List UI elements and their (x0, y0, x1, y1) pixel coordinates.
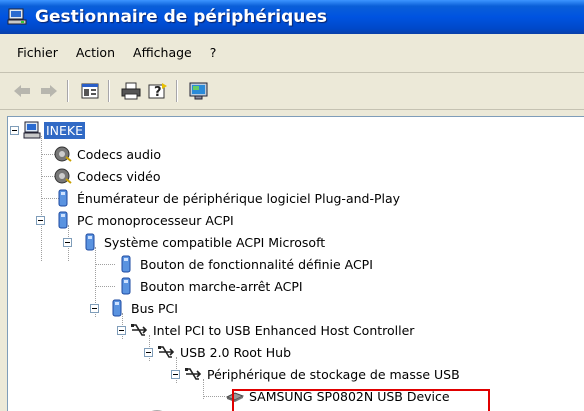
tree-row-acpi-power-button[interactable]: Bouton marche-arrêt ACPI (117, 275, 305, 297)
tree-row-acpi-pc[interactable]: PC monoprocesseur ACPI (36, 209, 236, 231)
back-arrow-icon[interactable] (10, 79, 34, 103)
tree-label[interactable]: INEKE (44, 121, 86, 139)
tree-label[interactable]: Codecs vidéo (75, 168, 163, 185)
toolbar-separator (67, 80, 69, 102)
toolbar: ? (0, 73, 584, 110)
forward-arrow-icon[interactable] (37, 79, 61, 103)
device-icon (54, 211, 72, 229)
toolbar-separator (176, 80, 178, 102)
tree-row-acpi-system[interactable]: Système compatible ACPI Microsoft (63, 231, 327, 253)
device-icon (108, 299, 126, 317)
properties-icon[interactable] (78, 79, 102, 103)
toolbar-separator (108, 80, 110, 102)
window-title: Gestionnaire de périphériques (35, 7, 328, 27)
tree-row-partial (148, 407, 166, 411)
collapse-toggle[interactable] (10, 125, 19, 135)
tree-label[interactable]: USB 2.0 Root Hub (178, 344, 293, 361)
device-icon (117, 255, 135, 273)
device-tree[interactable]: INEKE Codecs audio Codecs vidéo Énumérat… (7, 116, 584, 411)
collapse-toggle[interactable] (117, 325, 126, 335)
menu-action[interactable]: Action (67, 44, 124, 62)
video-codec-icon (54, 167, 72, 185)
tree-line (95, 264, 115, 265)
print-icon[interactable] (119, 79, 143, 103)
collapse-toggle[interactable] (144, 347, 153, 357)
tree-row-audio-codecs[interactable]: Codecs audio (54, 143, 163, 165)
tree-label[interactable]: Énumérateur de périphérique logiciel Plu… (75, 190, 402, 207)
tree-line (95, 286, 115, 287)
device-icon (81, 233, 99, 251)
menu-affichage[interactable]: Affichage (124, 44, 201, 62)
collapse-toggle[interactable] (90, 303, 99, 313)
tree-row-pnp-enumerator[interactable]: Énumérateur de périphérique logiciel Plu… (54, 187, 402, 209)
tree-label[interactable]: Bouton marche-arrêt ACPI (138, 278, 305, 295)
tree-label[interactable]: Bouton de fonctionnalité définie ACPI (138, 256, 375, 273)
menu-fichier[interactable]: Fichier (0, 44, 67, 62)
usb-icon (130, 321, 148, 339)
tree-label[interactable]: Codecs audio (75, 146, 163, 163)
menu-bar: Fichier Action Affichage ? (0, 34, 584, 73)
tree-label[interactable]: Intel PCI to USB Enhanced Host Controlle… (151, 322, 416, 339)
menu-help[interactable]: ? (201, 44, 226, 62)
device-icon (117, 277, 135, 295)
highlight-frame (232, 389, 490, 411)
tree-label[interactable]: Périphérique de stockage de masse USB (205, 366, 462, 383)
tree-row-video-codecs[interactable]: Codecs vidéo (54, 165, 163, 187)
svg-text:?: ? (154, 85, 162, 100)
collapse-toggle[interactable] (171, 369, 180, 379)
tree-line (203, 396, 225, 397)
title-bar: Gestionnaire de périphériques (0, 0, 584, 34)
tree-row-usb-root-hub[interactable]: USB 2.0 Root Hub (144, 341, 293, 363)
tree-row-usb-mass-storage[interactable]: Périphérique de stockage de masse USB (171, 363, 462, 385)
tree-row-acpi-button-feature[interactable]: Bouton de fonctionnalité définie ACPI (117, 253, 375, 275)
usb-icon (157, 343, 175, 361)
tree-row-computer[interactable]: INEKE (8, 119, 86, 141)
scan-hardware-icon[interactable] (187, 79, 211, 103)
device-icon (54, 189, 72, 207)
audio-codec-icon (54, 145, 72, 163)
help-icon[interactable]: ? (146, 79, 170, 103)
computer-icon (23, 121, 41, 139)
tree-label[interactable]: Bus PCI (129, 300, 180, 317)
collapse-toggle[interactable] (63, 237, 72, 247)
collapse-toggle[interactable] (36, 215, 45, 225)
tree-row-pci-bus[interactable]: Bus PCI (90, 297, 180, 319)
device-manager-icon (7, 7, 29, 27)
usb-icon (184, 365, 202, 383)
tree-label[interactable]: PC monoprocesseur ACPI (75, 212, 236, 229)
tree-row-usb-host-controller[interactable]: Intel PCI to USB Enhanced Host Controlle… (117, 319, 416, 341)
tree-label[interactable]: Système compatible ACPI Microsoft (102, 234, 327, 251)
